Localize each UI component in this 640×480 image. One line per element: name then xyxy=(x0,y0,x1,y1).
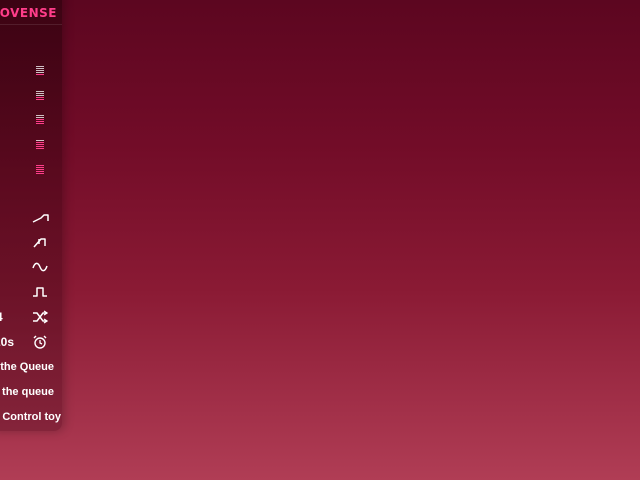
timer-value: 120s xyxy=(0,335,14,349)
control-toy-button[interactable]: Control toy xyxy=(2,410,61,424)
level-2-icon[interactable] xyxy=(32,87,48,103)
level-4-icon[interactable] xyxy=(32,136,48,152)
pulse-pattern-icon[interactable] xyxy=(32,234,48,250)
wave-pattern-icon[interactable] xyxy=(32,259,48,275)
level-1-icon[interactable] xyxy=(32,62,48,78)
level-3-icon[interactable] xyxy=(32,111,48,127)
leave-queue-button[interactable]: the queue xyxy=(2,385,54,399)
shuffle-value: -4 xyxy=(0,310,14,324)
brand-logo: LOVENSE xyxy=(0,6,57,20)
alarm-icon[interactable] xyxy=(32,334,48,350)
control-panel: LOVENSE xyxy=(0,0,62,431)
join-queue-button[interactable]: the Queue xyxy=(0,360,54,374)
square-pattern-icon[interactable] xyxy=(32,284,48,300)
ramp-pattern-icon[interactable] xyxy=(32,209,49,225)
shuffle-icon[interactable] xyxy=(32,309,48,325)
level-5-icon[interactable] xyxy=(32,161,48,177)
panel-divider xyxy=(0,24,62,25)
